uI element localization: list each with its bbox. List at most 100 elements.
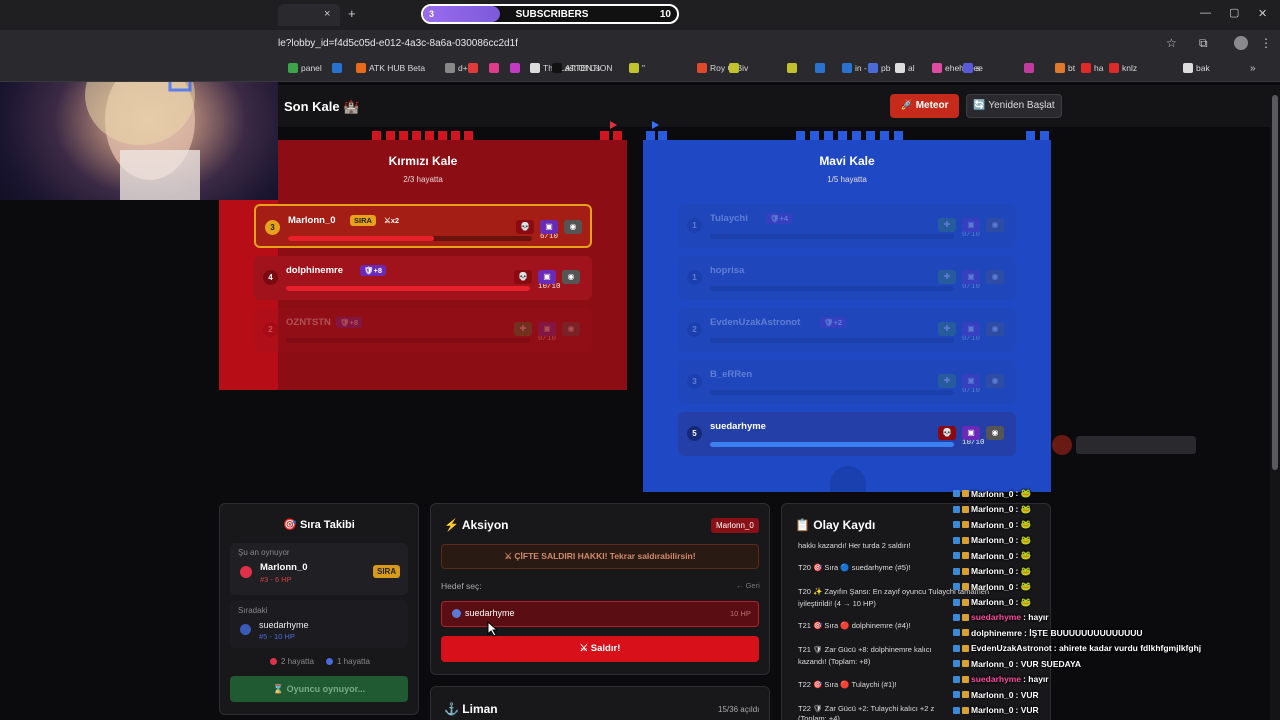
meteor-button[interactable]: 🚀 Meteor — [890, 94, 959, 118]
dice-icon[interactable]: ◉ — [564, 220, 582, 234]
box-icon[interactable]: ▣ — [538, 270, 556, 284]
attack-button[interactable]: ⚔ Saldır! — [441, 636, 759, 662]
player-number: 1 — [687, 218, 702, 233]
hp-label: 0/10 — [538, 335, 557, 343]
bookmark-item[interactable]: ha — [1081, 63, 1103, 73]
back-link[interactable]: ← Geri — [736, 581, 760, 590]
bookmark-item[interactable]: panel — [288, 63, 322, 73]
heal-icon[interactable]: ✚ — [938, 374, 956, 388]
profile-avatar[interactable] — [1234, 36, 1248, 50]
bookmark-item[interactable] — [787, 63, 800, 73]
dice-icon[interactable]: ◉ — [986, 218, 1004, 232]
restart-button[interactable]: 🔄 Yeniden Başlat — [966, 94, 1062, 118]
bookmark-item[interactable] — [510, 63, 523, 73]
skull-icon[interactable]: 💀 — [514, 270, 532, 284]
current-player-meta: #3 - 6 HP — [260, 575, 292, 584]
castle-flag-icon — [652, 121, 659, 129]
browser-menu-icon[interactable]: ⋮ — [1260, 36, 1272, 50]
bookmark-item[interactable] — [1024, 63, 1037, 73]
dice-icon[interactable]: ◉ — [986, 374, 1004, 388]
bookmark-item[interactable]: pb — [868, 63, 890, 73]
skull-icon[interactable]: 💀 — [516, 220, 534, 234]
hp-label: 0/10 — [962, 231, 981, 239]
bookmark-item[interactable]: knlz — [1109, 63, 1137, 73]
hp-label: 0/10 — [962, 283, 981, 291]
skull-icon[interactable]: 💀 — [938, 426, 956, 440]
box-icon[interactable]: ▣ — [540, 220, 558, 234]
player-number: 3 — [687, 374, 702, 389]
player-name: hoprisa — [710, 265, 745, 276]
box-icon[interactable]: ▣ — [962, 374, 980, 388]
box-icon[interactable]: ▣ — [962, 322, 980, 336]
heal-icon[interactable]: ✚ — [938, 270, 956, 284]
battlement — [372, 131, 381, 140]
chat-message: dolphinemre: İŞTE BUUUUUUUUUUUUUU — [953, 628, 1143, 638]
chat-username: Marlonn_0 — [971, 550, 1014, 561]
extensions-icon[interactable]: ⧉ — [1199, 36, 1208, 51]
turn-badge: SIRA — [373, 565, 401, 578]
battlement — [894, 131, 903, 140]
chat-text: : 🐸 — [1015, 488, 1032, 498]
maximize-button[interactable]: ▢ — [1229, 6, 1239, 19]
dice-icon[interactable]: ◉ — [562, 322, 580, 336]
dice-icon[interactable]: ◉ — [986, 322, 1004, 336]
heal-icon[interactable]: ✚ — [938, 218, 956, 232]
close-window-button[interactable]: ✕ — [1258, 7, 1267, 20]
bookmark-item[interactable]: ATTENTION — [552, 63, 613, 73]
bookmark-item[interactable]: d+ — [445, 63, 468, 73]
log-event: T22 🎯 Sıra 🔴 Tulaychi (#1)! — [798, 680, 897, 689]
heal-icon[interactable]: ✚ — [938, 322, 956, 336]
chat-text: : İŞTE BUUUUUUUUUUUUUU — [1024, 627, 1143, 638]
chat-badge-icon — [953, 598, 960, 606]
bookmark-item[interactable] — [489, 63, 502, 73]
box-icon[interactable]: ▣ — [538, 322, 556, 336]
player-card: 2 OZNTSTN 🛡+8 0/10 ✚ ▣ ◉ — [254, 308, 592, 352]
tab-close-icon[interactable]: × — [324, 8, 330, 20]
log-event: T21 🎯 Sıra 🔴 dolphinemre (#4)! — [798, 621, 911, 630]
box-icon[interactable]: ▣ — [962, 426, 980, 440]
chat-username: Marlonn_0 — [971, 566, 1014, 576]
box-icon[interactable]: ▣ — [962, 218, 980, 232]
bookmark-favicon-icon — [1109, 63, 1119, 73]
log-event: hakkı kazandı! Her turda 2 saldırı! — [798, 541, 911, 550]
battlement — [412, 131, 421, 140]
bookmark-item[interactable] — [468, 63, 481, 73]
player-playing-button[interactable]: ⌛ Oyuncu oynuyor... — [230, 676, 408, 702]
bookmark-favicon-icon — [510, 63, 520, 73]
bookmark-item[interactable]: bt — [1055, 63, 1075, 73]
bookmark-star-icon[interactable]: ☆ — [1166, 36, 1177, 50]
chat-message: Marlonn_0: 🐸 — [953, 597, 1031, 608]
chat-badge-icon — [962, 706, 969, 714]
bookmark-item[interactable]: in - — [842, 63, 867, 73]
bookmark-item[interactable]: s — [963, 63, 980, 73]
box-icon[interactable]: ▣ — [962, 270, 980, 284]
new-tab-button[interactable]: + — [348, 6, 356, 21]
dice-icon[interactable]: ◉ — [562, 270, 580, 284]
more-bookmarks-icon[interactable]: » — [1250, 63, 1256, 74]
scrollbar-thumb[interactable] — [1272, 95, 1278, 470]
chat-badge-icon — [953, 629, 960, 636]
heal-icon[interactable]: ✚ — [514, 322, 532, 336]
blue-team-dot — [240, 624, 251, 635]
bookmark-label: panel — [301, 63, 322, 73]
bookmark-item[interactable]: " — [629, 63, 645, 73]
bookmark-item[interactable] — [815, 63, 828, 73]
active-tab[interactable]: × — [278, 4, 340, 26]
bookmark-item[interactable]: al — [895, 63, 915, 73]
battlement — [425, 131, 434, 140]
chat-badge-icon — [962, 675, 969, 683]
dice-icon[interactable]: ◉ — [986, 270, 1004, 284]
chat-badge-icon — [962, 644, 969, 652]
log-event: T21 🛡 Zar Gücü +8: dolphinemre kalıcı — [798, 645, 932, 654]
bookmark-item[interactable]: ATK HUB Beta — [356, 63, 425, 73]
bookmark-item[interactable] — [332, 63, 345, 73]
minimize-button[interactable]: — — [1200, 7, 1211, 19]
bookmark-item[interactable]: bak — [1183, 63, 1210, 73]
player-card: 1 hoprisa 0/10 ✚ ▣ ◉ — [678, 256, 1016, 300]
bookmark-item[interactable] — [729, 63, 742, 73]
url-input[interactable]: le?lobby_id=f4d5c05d-e012-4a3c-8a6a-0300… — [278, 38, 518, 49]
log-event: T22 🛡 Zar Gücü +2: Tulaychi kalıcı +2 z — [798, 704, 935, 713]
player-number: 2 — [263, 322, 278, 337]
bookmark-favicon-icon — [729, 63, 739, 73]
dice-icon[interactable]: ◉ — [986, 426, 1004, 440]
